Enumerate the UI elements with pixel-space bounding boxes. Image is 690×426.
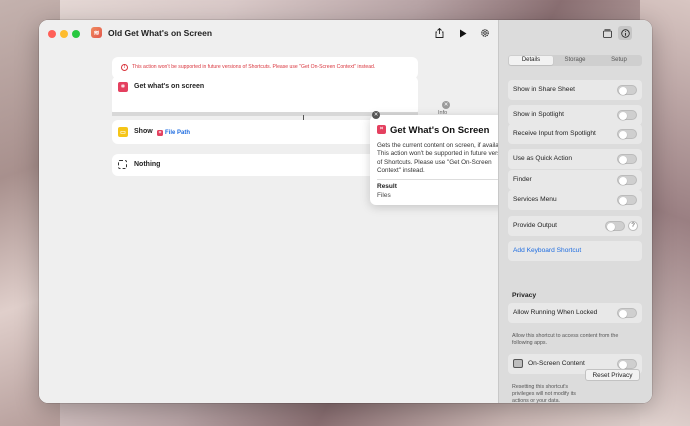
warning-text: This action won't be supported in future… xyxy=(132,64,376,70)
titlebar: ≋ Old Get What's on Screen xyxy=(39,20,498,48)
close-icon[interactable]: ✕ xyxy=(372,111,380,119)
share-icon[interactable] xyxy=(432,26,446,40)
action-label: Show xyxy=(134,128,153,135)
play-icon[interactable] xyxy=(456,26,470,40)
window-title: Old Get What's on Screen xyxy=(108,28,213,38)
row-receive-input: Receive Input from Spotlight xyxy=(508,124,642,144)
row-provide-output: Provide Output ? xyxy=(508,216,642,236)
row-label: Provide Output xyxy=(513,222,557,229)
tab-storage[interactable]: Storage xyxy=(553,56,597,65)
screen-capture-icon: ⌗ xyxy=(118,82,128,92)
shortcuts-icon: ≋ xyxy=(91,27,102,38)
row-quick-action: Use as Quick Action xyxy=(508,149,642,169)
show-icon: ▭ xyxy=(118,127,128,137)
result-value: Files xyxy=(377,192,391,199)
row-label: Finder xyxy=(513,176,532,183)
tab-setup[interactable]: Setup xyxy=(597,56,641,65)
editor-pane: ≋ Old Get What's on Screen ! This action… xyxy=(39,20,523,403)
shortcut-editor-window: ≋ Old Get What's on Screen ! This action… xyxy=(39,20,652,403)
close-window-button[interactable] xyxy=(48,30,56,38)
toggle-provide-output[interactable] xyxy=(605,221,625,231)
warning-icon: ! xyxy=(121,64,128,71)
help-button[interactable]: ? xyxy=(628,221,638,231)
divider xyxy=(377,179,515,180)
add-keyboard-shortcut-link[interactable]: Add Keyboard Shortcut xyxy=(513,247,581,254)
action-get-whats-on-screen[interactable]: ⌗ Get what's on screen xyxy=(112,76,418,116)
row-label: Receive Input from Spotlight xyxy=(513,130,596,137)
popover-description: Gets the current content on screen, if a… xyxy=(377,142,512,174)
file-path-variable-icon: ⌗ xyxy=(157,129,163,136)
screen-icon xyxy=(513,359,523,368)
row-services-menu: Services Menu xyxy=(508,190,642,210)
row-label: Use as Quick Action xyxy=(513,155,573,162)
action-label: Nothing xyxy=(134,161,161,168)
details-sidebar: Details Storage Setup Show in Share Shee… xyxy=(498,20,652,403)
toggle-finder[interactable] xyxy=(617,175,637,185)
privacy-access-note: Allow this shortcut to access content fr… xyxy=(512,333,619,346)
reset-privacy-note: Resetting this shortcut's privileges wil… xyxy=(512,384,576,403)
zoom-window-button[interactable] xyxy=(72,30,80,38)
toggle-services-menu[interactable] xyxy=(617,195,637,205)
toggle-onscreen-content[interactable] xyxy=(617,359,637,369)
row-show-in-share-sheet: Show in Share Sheet xyxy=(508,80,642,100)
toggle-quick-action[interactable] xyxy=(617,154,637,164)
library-icon[interactable] xyxy=(600,26,614,40)
row-allow-locked: Allow Running When Locked xyxy=(508,303,642,323)
tab-details[interactable]: Details xyxy=(509,56,553,65)
toggle-allow-locked[interactable] xyxy=(617,308,637,318)
row-label: On-Screen Content xyxy=(528,360,585,367)
file-path-variable[interactable]: ⌗ File Path xyxy=(156,128,193,137)
sidebar-toolbar xyxy=(600,26,642,40)
popover-title: Get What's On Screen xyxy=(390,125,490,136)
row-label: Services Menu xyxy=(513,196,557,203)
row-label: Allow Running When Locked xyxy=(513,309,598,316)
toggle-share-sheet[interactable] xyxy=(617,85,637,95)
toggle-receive-input[interactable] xyxy=(617,129,637,139)
action-label: Get what's on screen xyxy=(134,83,205,90)
row-show-in-spotlight: Show in Spotlight xyxy=(508,105,642,125)
screen-capture-icon: ⌗ xyxy=(377,125,386,134)
variable-label: File Path xyxy=(165,129,191,136)
privacy-heading: Privacy xyxy=(512,292,537,299)
nothing-icon xyxy=(118,160,127,169)
row-finder: Finder xyxy=(508,170,642,190)
row-keyboard-shortcut: Add Keyboard Shortcut xyxy=(508,241,642,261)
row-label: Show in Spotlight xyxy=(513,111,564,118)
minimize-window-button[interactable] xyxy=(60,30,68,38)
gear-icon[interactable] xyxy=(478,26,492,40)
result-label: Result xyxy=(377,183,397,190)
toggle-spotlight[interactable] xyxy=(617,110,637,120)
info-icon[interactable] xyxy=(618,26,632,40)
row-label: Show in Share Sheet xyxy=(513,86,575,93)
close-popover-icon[interactable]: ✕ xyxy=(442,101,450,109)
reset-privacy-button[interactable]: Reset Privacy xyxy=(585,369,640,381)
sidebar-tabs: Details Storage Setup xyxy=(508,55,642,66)
